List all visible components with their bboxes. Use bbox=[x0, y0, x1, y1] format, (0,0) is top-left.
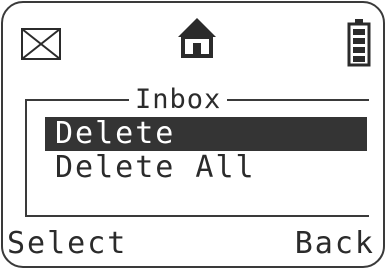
phone-screen: Inbox Delete Delete All Select Back bbox=[1, 1, 385, 268]
menu-item-delete[interactable]: Delete bbox=[45, 117, 367, 151]
home-icon bbox=[178, 18, 216, 58]
menu-list: Delete Delete All bbox=[45, 117, 367, 185]
back-softkey[interactable]: Back bbox=[295, 227, 375, 261]
envelope-icon bbox=[21, 28, 61, 60]
battery-icon bbox=[347, 19, 371, 67]
select-softkey[interactable]: Select bbox=[7, 227, 127, 261]
menu-item-delete-all[interactable]: Delete All bbox=[45, 151, 367, 185]
menu-title: Inbox bbox=[129, 86, 228, 113]
